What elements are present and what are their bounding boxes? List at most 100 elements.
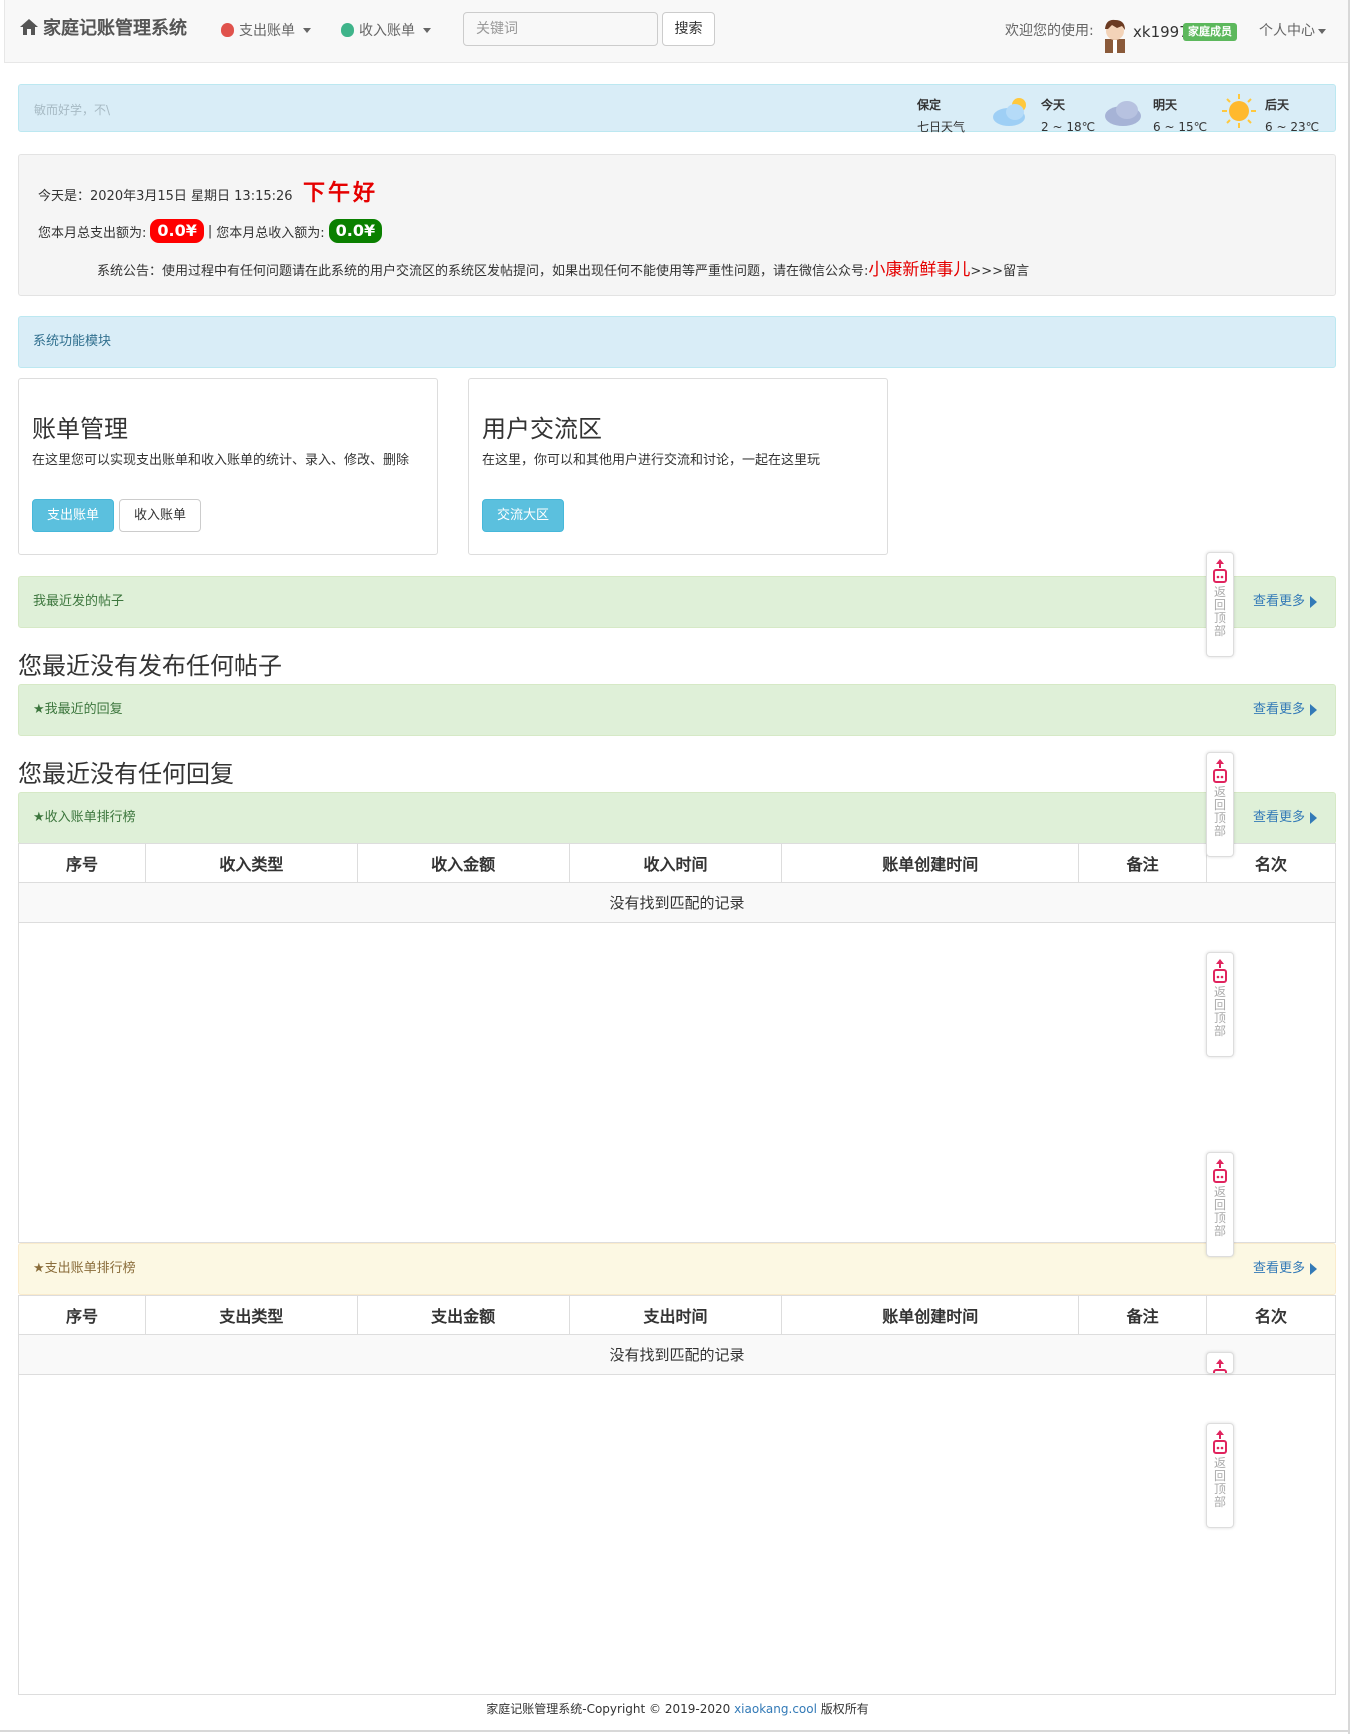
column-header[interactable]: 账单创建时间 xyxy=(781,1295,1080,1335)
avatar[interactable] xyxy=(1100,17,1130,53)
weather-range: 6 ~ 15℃ xyxy=(1153,120,1208,134)
column-header[interactable]: 序号 xyxy=(18,1295,146,1335)
bill-management-card: 账单管理 在这里您可以实现支出账单和收入账单的统计、录入、修改、删除 支出账单 … xyxy=(18,378,438,555)
income-rank-heading: ★收入账单排行榜 查看更多 xyxy=(18,792,1336,844)
more-label: 查看更多 xyxy=(1252,702,1305,717)
weather-day-label: 明天 xyxy=(1153,98,1178,112)
caret-down-icon xyxy=(303,27,311,33)
rocket-up-icon xyxy=(1213,1159,1227,1183)
money-bag-icon xyxy=(221,23,234,37)
more-label: 查看更多 xyxy=(1252,1261,1305,1276)
back-to-top-button[interactable] xyxy=(1206,1352,1234,1374)
back-to-top-button[interactable]: 返回顶部 xyxy=(1206,1423,1234,1528)
window-edge xyxy=(1348,0,1350,1734)
column-header[interactable]: 收入时间 xyxy=(568,843,783,883)
weather-day-after: 后天 6 ~ 23℃ xyxy=(1265,94,1319,138)
caret-down-icon xyxy=(1318,28,1326,34)
column-header[interactable]: 名次 xyxy=(1206,1295,1336,1335)
column-header[interactable]: 收入类型 xyxy=(144,843,358,883)
back-to-top-button[interactable]: 返回顶部 xyxy=(1206,552,1234,657)
monthly-totals: 您本月总支出额为: 0.0¥ | 您本月总收入额为: 0.0¥ xyxy=(38,219,386,243)
expense-rank-heading: ★支出账单排行榜 查看更多 xyxy=(18,1243,1336,1295)
expense-total-badge: 0.0¥ xyxy=(150,219,204,243)
notice-tail: >>>留言 xyxy=(970,264,1030,279)
recent-posts-heading: 我最近发的帖子 查看更多 xyxy=(18,576,1336,628)
rocket-up-icon xyxy=(1213,1359,1227,1373)
expense-rank-more-link[interactable]: 查看更多 xyxy=(1253,1244,1317,1294)
search-input[interactable]: 关键词 xyxy=(463,12,658,46)
recent-posts-label: 我最近发的帖子 xyxy=(33,594,125,609)
rocket-up-icon xyxy=(1213,759,1227,783)
income-bill-button[interactable]: 收入账单 xyxy=(119,499,201,532)
more-label: 查看更多 xyxy=(1252,810,1305,825)
rocket-up-icon xyxy=(1213,559,1227,583)
column-header[interactable]: 账单创建时间 xyxy=(781,843,1080,883)
column-header[interactable]: 收入金额 xyxy=(356,843,570,883)
system-notice: 系统公告：使用过程中有任何问题请在此系统的用户交流区的系统区发帖提问，如果出现任… xyxy=(97,255,1029,280)
site-link[interactable]: xiaokang.cool xyxy=(734,1702,817,1716)
income-total-label: 您本月总收入额为: xyxy=(216,225,325,241)
table-header-row: 序号 支出类型 支出金额 支出时间 账单创建时间 备注 名次 xyxy=(18,1295,1336,1335)
rocket-up-icon xyxy=(1213,1430,1227,1454)
column-header[interactable]: 备注 xyxy=(1078,843,1208,883)
back-to-top-button[interactable]: 返回顶部 xyxy=(1206,752,1234,857)
card-description: 在这里您可以实现支出账单和收入账单的统计、录入、修改、删除 xyxy=(32,453,410,468)
table-row: 没有找到匹配的记录 xyxy=(18,1334,1336,1375)
caret-down-icon xyxy=(423,27,431,33)
home-icon xyxy=(20,19,38,35)
column-header[interactable]: 支出类型 xyxy=(144,1295,358,1335)
welcome-text: 欢迎您的使用: xyxy=(1005,23,1094,39)
brand[interactable]: 家庭记账管理系统 xyxy=(19,14,187,40)
income-rank-table: 序号 收入类型 收入金额 收入时间 账单创建时间 备注 名次 没有找到匹配的记录 xyxy=(18,843,1336,923)
back-to-top-label: 返回顶部 xyxy=(1213,985,1226,1038)
sunny-icon xyxy=(1222,94,1256,128)
no-replies-message: 您最近没有任何回复 xyxy=(18,760,234,788)
city-name: 保定 xyxy=(917,98,942,112)
recent-replies-more-link[interactable]: 查看更多 xyxy=(1253,685,1317,735)
column-header[interactable]: 支出金额 xyxy=(356,1295,570,1335)
money-bag-icon xyxy=(341,23,354,37)
forum-lobby-button[interactable]: 交流大区 xyxy=(482,499,564,532)
empty-table-message: 没有找到匹配的记录 xyxy=(18,1334,1336,1375)
expense-bill-button[interactable]: 支出账单 xyxy=(32,499,114,532)
weather-day-label: 今天 xyxy=(1041,98,1066,112)
weather-day-label: 后天 xyxy=(1265,98,1290,112)
expense-bill-menu[interactable]: 支出账单 xyxy=(221,20,311,40)
empty-table-message: 没有找到匹配的记录 xyxy=(18,882,1336,923)
top-navbar: 家庭记账管理系统 支出账单 收入账单 关键词 搜索 欢迎您的使用: xk1997… xyxy=(4,0,1350,63)
expense-rank-label: ★支出账单排行榜 xyxy=(33,1261,136,1276)
info-panel: 今天是：2020年3月15日 星期日 13:15:26 下午好 您本月总支出额为… xyxy=(18,154,1336,296)
no-posts-message: 您最近没有发布任何帖子 xyxy=(18,652,282,680)
personal-center-menu[interactable]: 个人中心 xyxy=(1259,20,1326,40)
expense-rank-table: 序号 支出类型 支出金额 支出时间 账单创建时间 备注 名次 没有找到匹配的记录 xyxy=(18,1295,1336,1375)
column-header[interactable]: 序号 xyxy=(18,843,146,883)
table-header-row: 序号 收入类型 收入金额 收入时间 账单创建时间 备注 名次 xyxy=(18,843,1336,883)
personal-center-label: 个人中心 xyxy=(1259,23,1315,39)
user-forum-card: 用户交流区 在这里，你可以和其他用户进行交流和讨论，一起在这里玩 交流大区 xyxy=(468,378,888,555)
back-to-top-label: 返回顶部 xyxy=(1213,1185,1226,1238)
income-rank-more-link[interactable]: 查看更多 xyxy=(1253,793,1317,843)
column-header[interactable]: 支出时间 xyxy=(568,1295,783,1335)
back-to-top-button[interactable]: 返回顶部 xyxy=(1206,952,1234,1057)
income-bill-menu[interactable]: 收入账单 xyxy=(341,20,431,40)
column-header[interactable]: 备注 xyxy=(1078,1295,1208,1335)
weather-bar: 敏而好学，不\ 保定 七日天气 今天 2 ~ 18℃ 明天 6 ~ 15℃ 后天… xyxy=(18,84,1336,134)
recent-posts-more-link[interactable]: 查看更多 xyxy=(1253,577,1317,627)
weather-city: 保定 七日天气 xyxy=(917,94,965,138)
back-to-top-button[interactable]: 返回顶部 xyxy=(1206,1152,1234,1257)
footer: 家庭记账管理系统-Copyright © 2019-2020 xiaokang.… xyxy=(0,1700,1355,1717)
cloudy-icon xyxy=(1105,101,1141,126)
today-date: 今天是：2020年3月15日 星期日 13:15:26 xyxy=(38,189,293,204)
caret-right-icon xyxy=(1310,1262,1317,1275)
partly-cloudy-icon xyxy=(993,98,1026,126)
weather-today: 今天 2 ~ 18℃ xyxy=(1041,94,1095,138)
brand-title: 家庭记账管理系统 xyxy=(43,18,187,39)
income-table-body-area xyxy=(18,923,1336,1243)
wechat-account-name: 小康新鲜事儿 xyxy=(868,260,971,280)
caret-right-icon xyxy=(1310,703,1317,716)
card-description: 在这里，你可以和其他用户进行交流和讨论，一起在这里玩 xyxy=(482,453,821,468)
search-button[interactable]: 搜索 xyxy=(662,12,715,46)
recent-replies-heading: ★我最近的回复 查看更多 xyxy=(18,684,1336,736)
marquee-text: 敏而好学，不\ xyxy=(34,103,111,117)
weather-range: 6 ~ 23℃ xyxy=(1265,120,1320,134)
